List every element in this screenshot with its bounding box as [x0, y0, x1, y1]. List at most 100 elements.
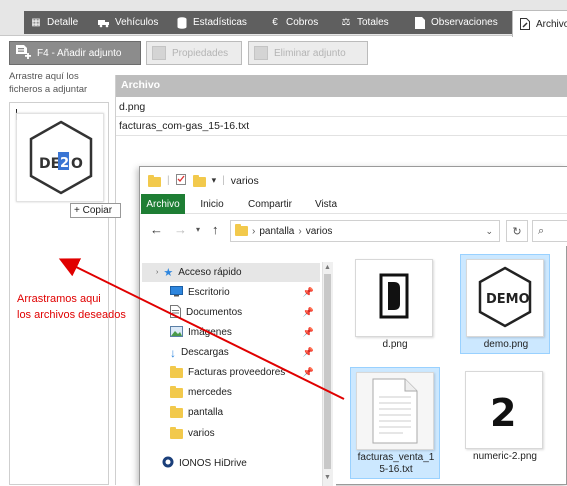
- euro-icon: €: [272, 17, 278, 28]
- nav-item-label: Descargas: [181, 347, 229, 358]
- table-row[interactable]: facturas_com-gas_15-16.txt: [116, 118, 567, 136]
- address-dropdown-icon[interactable]: ⌄: [485, 226, 493, 237]
- up-arrow-icon[interactable]: ↑: [212, 222, 219, 237]
- properties-label: Propiedades: [172, 47, 229, 59]
- nav-item-pantalla[interactable]: pantalla: [142, 403, 320, 422]
- tab-archivo[interactable]: Archivo: [512, 10, 567, 37]
- folder-icon: [170, 426, 183, 439]
- nav-item-documentos[interactable]: Documentos 📌: [142, 303, 320, 322]
- tab-cobros[interactable]: € Cobros: [263, 11, 339, 34]
- tab-strip: ▦ Detalle Vehículos Estadísticas € Cobro…: [0, 0, 567, 37]
- explorer-title: varios: [230, 174, 259, 187]
- drag-thumb-text-right: O: [71, 156, 83, 172]
- drop-hint-text: Arrastre aquí los ficheros a adjuntar: [9, 71, 88, 95]
- tab-estadisticas[interactable]: Estadísticas: [170, 11, 268, 34]
- scroll-up-icon[interactable]: ▲: [322, 263, 333, 273]
- nav-item-descargas[interactable]: ↓ Descargas 📌: [142, 343, 320, 362]
- file-name: numeric-2.png: [473, 451, 537, 462]
- file-thumbnail: 2: [465, 371, 543, 449]
- table-row[interactable]: d.png: [116, 99, 567, 117]
- nav-item-label: Facturas proveedores: [188, 367, 286, 378]
- file-item-demo-png[interactable]: DEMO demo.png: [460, 254, 550, 354]
- tab-label: Estadísticas: [193, 17, 247, 28]
- download-icon: ↓: [170, 345, 176, 360]
- folder-icon: [148, 174, 161, 187]
- file-item-facturas-venta-txt[interactable]: facturas_venta_1 5-16.txt: [350, 367, 440, 479]
- properties-check-icon[interactable]: [175, 173, 187, 188]
- delete-attachment-label: Eliminar adjunto: [274, 47, 346, 59]
- tab-detalle[interactable]: ▦ Detalle: [24, 11, 100, 34]
- navigation-bar: ← → ▾ ↑ › pantalla › varios ⌄ ↻ ⌕: [140, 214, 567, 246]
- tab-observaciones[interactable]: Observaciones: [408, 11, 517, 34]
- expand-chevron-icon[interactable]: ›: [156, 269, 158, 276]
- address-bar[interactable]: › pantalla › varios ⌄: [230, 220, 500, 242]
- file-item-d-png[interactable]: d.png: [350, 255, 440, 355]
- nav-item-imagenes[interactable]: Imágenes 📌: [142, 323, 320, 342]
- tab-label: Detalle: [47, 17, 79, 28]
- scroll-down-icon[interactable]: ▼: [322, 473, 333, 483]
- file-name: demo.png: [483, 339, 529, 350]
- file-name: facturas_venta_1 5-16.txt: [351, 452, 441, 476]
- images-icon: [170, 325, 183, 340]
- documents-icon: [170, 304, 181, 321]
- refresh-icon: ↻: [512, 225, 522, 238]
- recent-locations-icon[interactable]: ▾: [196, 225, 200, 234]
- add-attachment-button[interactable]: F4 - Añadir adjunto: [9, 41, 141, 65]
- scrollbar-thumb[interactable]: [324, 274, 331, 469]
- quick-access-dropdown-icon[interactable]: ▾: [212, 175, 217, 186]
- delete-attachment-button[interactable]: Eliminar adjunto: [248, 41, 368, 65]
- nav-item-label: Acceso rápido: [178, 267, 242, 278]
- breadcrumb-separator: ›: [298, 225, 302, 237]
- annotation-line-2: los archivos deseados: [17, 309, 126, 321]
- search-input[interactable]: ⌕: [532, 220, 567, 242]
- tab-vehiculos[interactable]: Vehículos: [92, 11, 176, 34]
- pin-icon[interactable]: 📌: [303, 287, 314, 298]
- pin-icon[interactable]: 📌: [303, 367, 314, 378]
- nav-item-facturas-proveedores[interactable]: Facturas proveedores 📌: [142, 363, 320, 382]
- forward-arrow-icon[interactable]: →: [174, 222, 187, 237]
- nav-item-varios[interactable]: varios: [142, 424, 320, 443]
- d-logo-icon: [379, 273, 409, 319]
- new-folder-icon[interactable]: [192, 174, 206, 187]
- navigation-pane: › ★ Acceso rápido Escritorio 📌 Documento…: [140, 258, 336, 486]
- breadcrumb-pantalla[interactable]: pantalla: [259, 226, 294, 237]
- grid-icon: ▦: [31, 17, 41, 28]
- breadcrumb-varios[interactable]: varios: [306, 226, 333, 237]
- search-icon: ⌕: [538, 224, 545, 237]
- properties-button[interactable]: Propiedades: [146, 41, 242, 65]
- nav-item-label: Imágenes: [188, 327, 232, 338]
- pin-icon[interactable]: 📌: [303, 327, 314, 338]
- text-file-icon: [356, 372, 434, 450]
- scale-icon: ⚖: [341, 17, 351, 28]
- properties-icon: [152, 46, 166, 60]
- tab-label: Totales: [357, 17, 389, 28]
- drag-preview: DE 2 O: [16, 113, 104, 202]
- refresh-button[interactable]: ↻: [506, 220, 528, 242]
- file-thumbnail: [355, 259, 433, 337]
- column-header-archivo[interactable]: Archivo: [116, 75, 567, 97]
- folder-icon: [170, 385, 183, 398]
- ribbon-tab-archivo[interactable]: Archivo: [141, 194, 185, 214]
- file-item-numeric-2-png[interactable]: 2 numeric-2.png: [460, 367, 550, 467]
- demo-logo-icon: DE 2 O: [29, 120, 93, 195]
- tab-label: Cobros: [286, 17, 319, 28]
- nav-item-escritorio[interactable]: Escritorio 📌: [142, 283, 320, 302]
- nav-item-label: mercedes: [188, 387, 232, 398]
- delete-icon: [254, 46, 268, 60]
- back-arrow-icon[interactable]: ←: [150, 222, 163, 237]
- nav-item-label: varios: [188, 428, 215, 439]
- nav-item-ionos-hidrive[interactable]: IONOS HiDrive: [142, 454, 320, 473]
- nav-item-mercedes[interactable]: mercedes: [142, 383, 320, 402]
- ribbon-tab-inicio[interactable]: Inicio: [192, 194, 232, 214]
- nav-item-label: Escritorio: [188, 287, 230, 298]
- file-edit-icon: [519, 18, 531, 30]
- tab-totales[interactable]: ⚖ Totales: [334, 11, 414, 34]
- ribbon-tab-vista[interactable]: Vista: [306, 194, 346, 214]
- pin-icon[interactable]: 📌: [303, 347, 314, 358]
- tab-label: Observaciones: [431, 17, 498, 28]
- file-name-line-2: 5-16.txt: [379, 464, 413, 475]
- tab-label: Archivo: [536, 18, 567, 30]
- nav-item-quick-access[interactable]: › ★ Acceso rápido: [142, 263, 320, 282]
- pin-icon[interactable]: 📌: [303, 307, 314, 318]
- ribbon-tab-compartir[interactable]: Compartir: [242, 194, 298, 214]
